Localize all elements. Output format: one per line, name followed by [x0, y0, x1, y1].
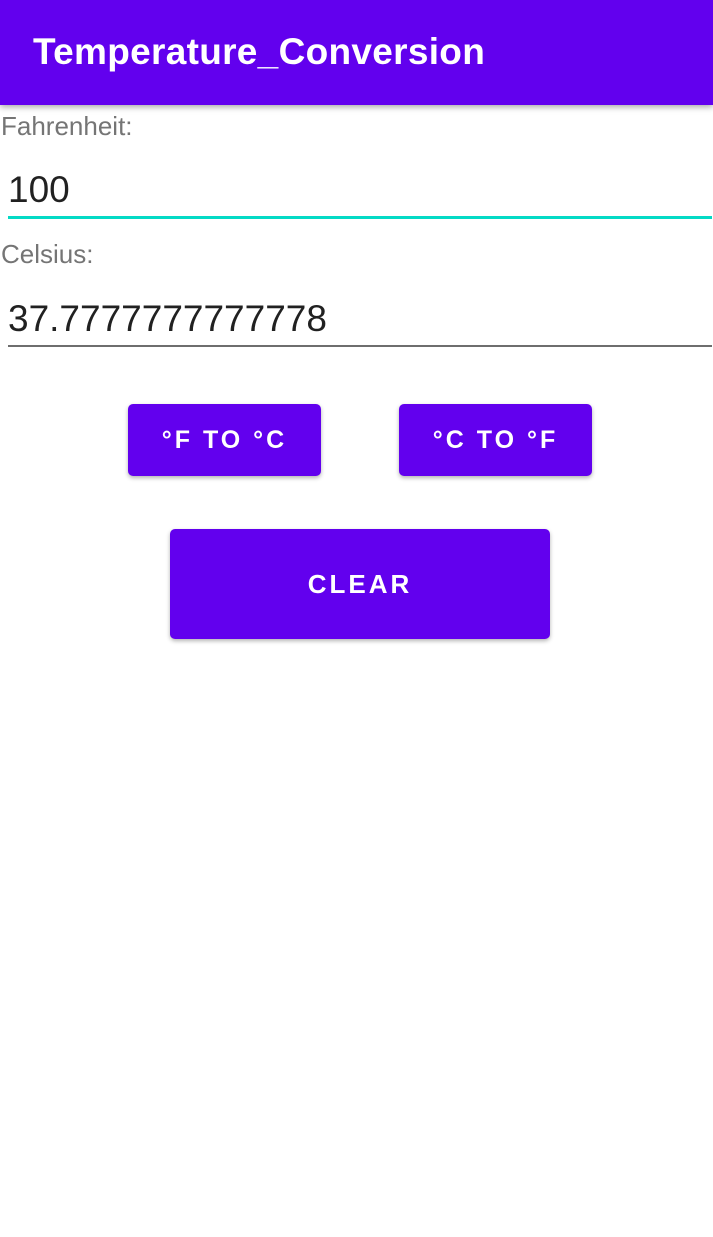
- fahrenheit-label: Fahrenheit:: [1, 111, 133, 141]
- app-title: Temperature_Conversion: [33, 31, 486, 72]
- fahrenheit-input[interactable]: [8, 164, 712, 219]
- c-to-f-button[interactable]: °C TO °F: [399, 404, 592, 476]
- celsius-input[interactable]: [8, 293, 712, 347]
- app-bar: Temperature_Conversion: [0, 0, 713, 105]
- f-to-c-button[interactable]: °F TO °C: [128, 404, 321, 476]
- clear-button[interactable]: CLEAR: [170, 529, 550, 639]
- celsius-label: Celsius:: [1, 239, 94, 269]
